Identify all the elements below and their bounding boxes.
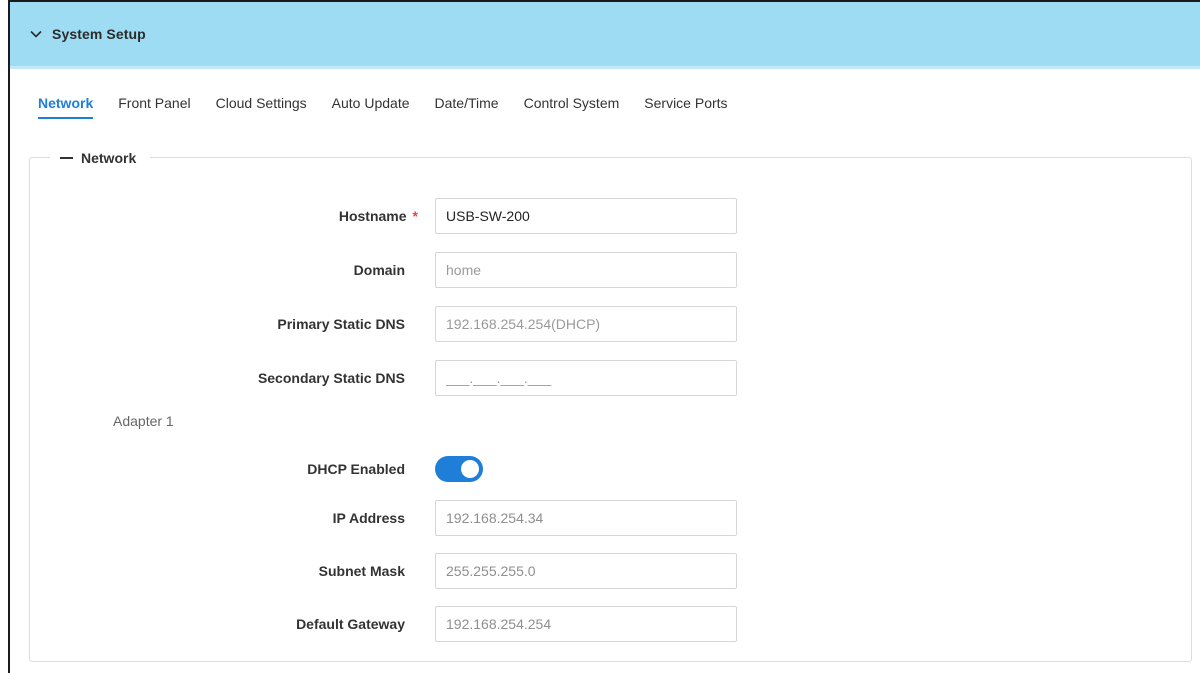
secondary-dns-row: Secondary Static DNS — [30, 360, 1190, 398]
toggle-knob — [461, 460, 479, 478]
ip-address-row: IP Address — [30, 500, 1190, 538]
primary-dns-input[interactable] — [435, 306, 737, 342]
hostname-row: Hostname * — [30, 198, 1190, 236]
dhcp-toggle[interactable] — [435, 456, 483, 482]
dhcp-label: DHCP Enabled — [307, 461, 405, 477]
system-setup-header: System Setup — [10, 2, 1200, 69]
ip-address-input[interactable] — [435, 500, 737, 536]
tab-auto-update[interactable]: Auto Update — [332, 95, 410, 119]
secondary-dns-input[interactable] — [435, 360, 737, 396]
network-fieldset: Network Hostname * Domain Primary Static … — [29, 149, 1192, 662]
settings-tabs: Network Front Panel Cloud Settings Auto … — [38, 95, 753, 121]
chevron-down-icon — [30, 30, 42, 38]
tab-network[interactable]: Network — [38, 95, 94, 119]
default-gateway-label: Default Gateway — [296, 616, 405, 632]
tab-front-panel[interactable]: Front Panel — [118, 95, 190, 119]
domain-label: Domain — [353, 262, 405, 278]
network-legend[interactable]: Network — [50, 149, 151, 167]
system-setup-panel: System Setup Network Front Panel Cloud S… — [8, 0, 1200, 673]
tab-control-system[interactable]: Control System — [524, 95, 620, 119]
hostname-label-text: Hostname — [338, 208, 407, 224]
default-gateway-input[interactable] — [435, 606, 737, 642]
domain-row: Domain — [30, 252, 1190, 290]
hostname-input[interactable] — [435, 198, 737, 234]
default-gateway-row: Default Gateway — [30, 606, 1190, 644]
network-legend-title: Network — [81, 150, 137, 166]
subnet-mask-row: Subnet Mask — [30, 553, 1190, 591]
hostname-label: Hostname * — [339, 208, 418, 224]
required-marker: * — [412, 208, 418, 224]
domain-input[interactable] — [435, 252, 737, 288]
dhcp-row: DHCP Enabled — [30, 454, 1190, 492]
primary-dns-row: Primary Static DNS — [30, 306, 1190, 344]
primary-dns-label: Primary Static DNS — [277, 316, 405, 332]
system-setup-collapse-toggle[interactable]: System Setup — [28, 26, 146, 42]
adapter-title: Adapter 1 — [113, 413, 174, 429]
section-title: System Setup — [52, 26, 146, 42]
tab-service-ports[interactable]: Service Ports — [644, 95, 727, 119]
ip-address-label: IP Address — [332, 510, 405, 526]
secondary-dns-label: Secondary Static DNS — [257, 370, 405, 386]
tab-cloud-settings[interactable]: Cloud Settings — [216, 95, 307, 119]
subnet-mask-input[interactable] — [435, 553, 737, 589]
tab-date-time[interactable]: Date/Time — [435, 95, 499, 119]
subnet-mask-label: Subnet Mask — [318, 563, 405, 579]
collapse-dash-icon — [60, 157, 73, 159]
